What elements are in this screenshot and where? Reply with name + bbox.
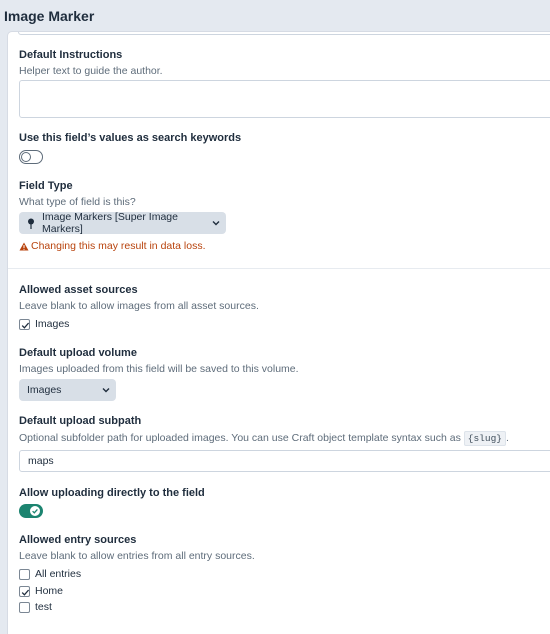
upload-volume-selected: Images bbox=[27, 384, 62, 396]
upload-subpath-help: Optional subfolder path for uploaded ima… bbox=[19, 431, 509, 446]
entry-source-home[interactable]: Home bbox=[19, 585, 63, 597]
checkbox-label: test bbox=[35, 601, 52, 613]
asset-sources-label: Allowed asset sources bbox=[19, 284, 138, 296]
default-instructions-textarea[interactable] bbox=[19, 80, 550, 118]
field-type-label: Field Type bbox=[19, 180, 73, 192]
entry-sources-help: Leave blank to allow entries from all en… bbox=[19, 550, 255, 562]
default-instructions-label: Default Instructions bbox=[19, 49, 123, 61]
title-bar: Image Marker bbox=[0, 0, 550, 32]
section-divider bbox=[8, 268, 550, 269]
upload-volume-select[interactable]: Images bbox=[19, 379, 116, 401]
checkbox-label: All entries bbox=[35, 568, 82, 580]
upload-subpath-input[interactable] bbox=[19, 450, 550, 472]
direct-upload-toggle[interactable] bbox=[19, 504, 43, 518]
chevron-down-icon bbox=[102, 387, 110, 393]
checkbox-label: Home bbox=[35, 585, 64, 597]
checkbox-label: Images bbox=[35, 318, 70, 330]
checkbox-unchecked[interactable] bbox=[19, 568, 30, 580]
default-instructions-help: Helper text to guide the author. bbox=[19, 65, 163, 77]
entry-source-test[interactable]: test bbox=[19, 601, 52, 613]
asset-source-images[interactable]: Images bbox=[19, 318, 69, 330]
search-keywords-label: Use this field’s values as search keywor… bbox=[19, 132, 242, 144]
slug-code: {slug} bbox=[463, 431, 506, 446]
upload-volume-help: Images uploaded from this field will be … bbox=[19, 363, 299, 375]
warning-text: Changing this may result in data loss. bbox=[31, 240, 206, 252]
search-keywords-toggle[interactable] bbox=[19, 150, 43, 164]
checkbox-checked[interactable] bbox=[19, 318, 30, 330]
toggle-knob bbox=[21, 152, 31, 162]
toggle-knob bbox=[30, 506, 40, 516]
field-type-selected: Image Markers [Super Image Markers] bbox=[42, 211, 178, 235]
page-title: Image Marker bbox=[4, 8, 95, 24]
map-pin-icon bbox=[27, 218, 35, 229]
upload-subpath-help-prefix: Optional subfolder path for uploaded ima… bbox=[19, 432, 461, 444]
checkbox-unchecked[interactable] bbox=[19, 601, 30, 613]
upload-volume-label: Default upload volume bbox=[19, 347, 137, 359]
check-icon bbox=[32, 508, 38, 514]
upload-subpath-help-suffix: . bbox=[506, 432, 509, 444]
warning-icon bbox=[19, 242, 29, 251]
data-loss-warning: Changing this may result in data loss. bbox=[19, 240, 206, 252]
checkbox-checked[interactable] bbox=[19, 585, 30, 597]
entry-sources-label: Allowed entry sources bbox=[19, 534, 137, 546]
asset-sources-help: Leave blank to allow images from all ass… bbox=[19, 300, 259, 312]
field-type-select[interactable]: Image Markers [Super Image Markers] bbox=[19, 211, 226, 235]
field-settings-panel: Default Instructions Helper text to guid… bbox=[8, 32, 550, 634]
previous-field-input[interactable] bbox=[18, 32, 550, 35]
chevron-down-icon bbox=[212, 220, 220, 226]
upload-subpath-label: Default upload subpath bbox=[19, 415, 142, 427]
entry-source-all-entries[interactable]: All entries bbox=[19, 568, 81, 580]
field-type-help: What type of field is this? bbox=[19, 196, 136, 208]
direct-upload-label: Allow uploading directly to the field bbox=[19, 487, 205, 499]
